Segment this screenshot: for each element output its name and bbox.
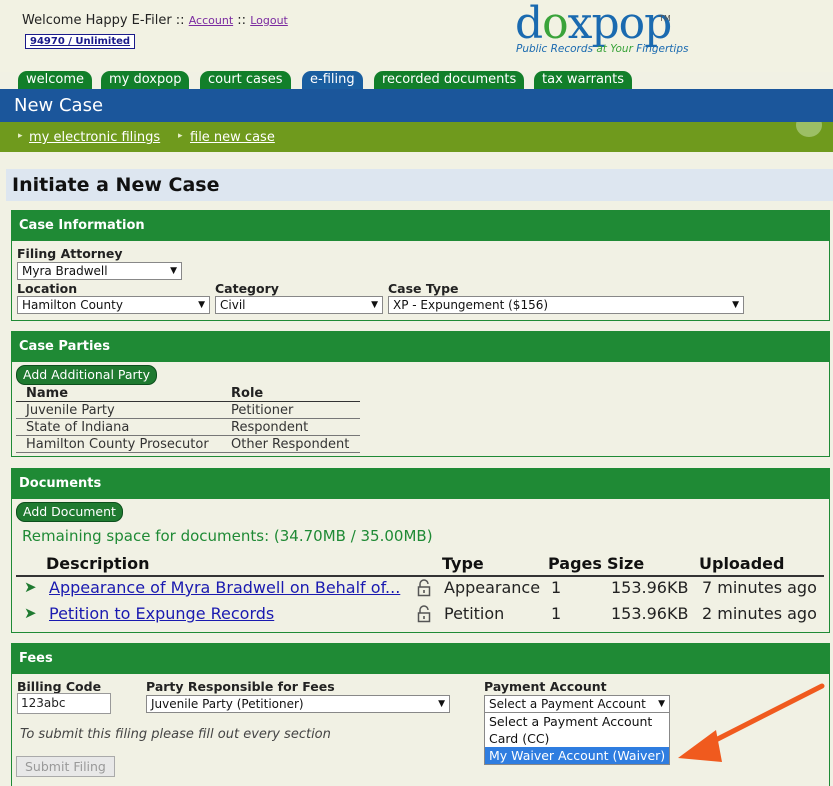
document-size: 153.96KB xyxy=(611,578,689,597)
chevron-down-icon: ▼ xyxy=(438,699,445,709)
remaining-space-text: Remaining space for documents: (34.70MB … xyxy=(22,527,433,545)
payment-option-select[interactable]: Select a Payment Account xyxy=(485,713,669,730)
filing-attorney-select[interactable]: Myra Bradwell ▼ xyxy=(17,262,182,280)
add-additional-party-button[interactable]: Add Additional Party xyxy=(16,365,157,385)
party-name-link[interactable]: Juvenile Party xyxy=(26,403,115,418)
documents-header: Documents xyxy=(12,469,829,499)
annotation-arrow-icon xyxy=(678,683,825,762)
tab-court-cases[interactable]: court cases xyxy=(200,71,291,89)
document-uploaded: 7 minutes ago xyxy=(702,578,817,597)
case-type-select[interactable]: XP - Expungement ($156) ▼ xyxy=(388,296,744,314)
category-select[interactable]: Civil ▼ xyxy=(215,296,383,314)
submit-filing-button[interactable]: Submit Filing xyxy=(16,756,115,777)
document-link[interactable]: Appearance of Myra Bradwell on Behalf of… xyxy=(49,578,400,597)
payment-option-card[interactable]: Card (CC) xyxy=(485,730,669,747)
lock-icon xyxy=(417,579,431,597)
case-parties-header: Case Parties xyxy=(12,332,829,362)
account-balance-link[interactable]: 94970 / Unlimited xyxy=(25,34,136,49)
category-label: Category xyxy=(215,281,279,296)
tab-my-doxpop[interactable]: my doxpop xyxy=(101,71,190,89)
chevron-down-icon: ▼ xyxy=(198,300,205,310)
billing-code-input[interactable]: 123abc xyxy=(17,693,111,714)
submit-instructions: To submit this filing please fill out ev… xyxy=(20,727,331,742)
party-name-link[interactable]: Hamilton County Prosecutor xyxy=(26,437,209,452)
document-link[interactable]: Petition to Expunge Records xyxy=(49,604,274,623)
section-title-bar: New Case xyxy=(0,89,833,122)
location-label: Location xyxy=(17,281,78,296)
add-document-button[interactable]: Add Document xyxy=(16,502,123,522)
party-name-link[interactable]: State of Indiana xyxy=(26,420,129,435)
payment-account-dropdown: Select a Payment Account Card (CC) My Wa… xyxy=(484,712,670,765)
document-pages: 1 xyxy=(551,578,562,597)
party-role: Petitioner xyxy=(231,403,294,418)
column-header-type: Type xyxy=(442,554,484,573)
caret-icon: ▸ xyxy=(18,131,23,141)
column-header-uploaded: Uploaded xyxy=(699,554,785,573)
document-uploaded: 2 minutes ago xyxy=(702,604,817,623)
column-header-role: Role xyxy=(231,386,264,401)
expand-arrow-icon[interactable]: ➤ xyxy=(24,578,37,596)
column-header-pages: Pages xyxy=(548,554,602,573)
table-row: Juvenile Party Petitioner xyxy=(16,402,360,419)
billing-code-label: Billing Code xyxy=(17,679,102,694)
logout-link[interactable]: Logout xyxy=(250,14,288,27)
fees-header: Fees xyxy=(12,644,829,674)
doxpop-logo[interactable]: doxpop TM Public Records at Your Fingert… xyxy=(515,2,705,62)
payment-account-select[interactable]: Select a Payment Account ▼ xyxy=(484,695,670,713)
case-information-header: Case Information xyxy=(12,211,829,241)
payment-option-waiver[interactable]: My Waiver Account (Waiver) xyxy=(485,747,669,764)
party-role: Respondent xyxy=(231,420,309,435)
lock-icon xyxy=(417,605,431,623)
column-header-name: Name xyxy=(26,386,69,401)
document-type: Petition xyxy=(444,604,505,623)
tab-recorded-documents[interactable]: recorded documents xyxy=(374,71,525,89)
file-new-case-link[interactable]: file new case xyxy=(190,130,275,145)
table-header-row: Name Role xyxy=(16,385,360,402)
trademark-mark: TM xyxy=(659,14,671,23)
document-size: 153.96KB xyxy=(611,604,689,623)
column-header-description: Description xyxy=(46,554,150,573)
account-link[interactable]: Account xyxy=(189,14,233,27)
document-pages: 1 xyxy=(551,604,562,623)
decorative-ball-icon xyxy=(796,122,822,137)
table-row: State of Indiana Respondent xyxy=(16,419,360,436)
table-row: Hamilton County Prosecutor Other Respond… xyxy=(16,436,360,453)
party-responsible-label: Party Responsible for Fees xyxy=(146,679,335,694)
payment-account-label: Payment Account xyxy=(484,679,607,694)
table-row: ➤ Appearance of Myra Bradwell on Behalf … xyxy=(16,576,824,600)
chevron-down-icon: ▼ xyxy=(371,300,378,310)
separator: :: xyxy=(237,13,247,28)
welcome-line: Welcome Happy E-Filer :: Account :: Logo… xyxy=(22,13,288,28)
caret-icon: ▸ xyxy=(178,131,183,141)
party-role: Other Respondent xyxy=(231,437,350,452)
table-row: ➤ Petition to Expunge Records Petition 1… xyxy=(16,602,824,626)
top-header: Welcome Happy E-Filer :: Account :: Logo… xyxy=(0,0,833,72)
sub-navigation: ▸ my electronic filings ▸ file new case xyxy=(0,122,833,152)
expand-arrow-icon[interactable]: ➤ xyxy=(24,604,37,622)
tab-e-filing[interactable]: e-filing xyxy=(302,71,363,89)
case-type-label: Case Type xyxy=(388,281,459,296)
tab-tax-warrants[interactable]: tax warrants xyxy=(534,71,633,89)
logo-tagline: Public Records at Your Fingertips xyxy=(516,43,689,55)
tab-welcome[interactable]: welcome xyxy=(18,71,93,89)
column-header-size: Size xyxy=(607,554,645,573)
logo-wordmark: doxpop xyxy=(515,0,672,49)
location-select[interactable]: Hamilton County ▼ xyxy=(17,296,210,314)
party-responsible-select[interactable]: Juvenile Party (Petitioner) ▼ xyxy=(146,695,450,713)
chevron-down-icon: ▼ xyxy=(732,300,739,310)
welcome-text: Welcome Happy E-Filer :: xyxy=(22,13,185,28)
filing-attorney-label: Filing Attorney xyxy=(17,246,123,261)
chevron-down-icon: ▼ xyxy=(658,699,665,709)
page-title: Initiate a New Case xyxy=(6,169,833,201)
my-electronic-filings-link[interactable]: my electronic filings xyxy=(29,130,160,145)
case-parties-table: Name Role Juvenile Party Petitioner Stat… xyxy=(16,385,360,453)
chevron-down-icon: ▼ xyxy=(170,266,177,276)
document-type: Appearance xyxy=(444,578,541,597)
